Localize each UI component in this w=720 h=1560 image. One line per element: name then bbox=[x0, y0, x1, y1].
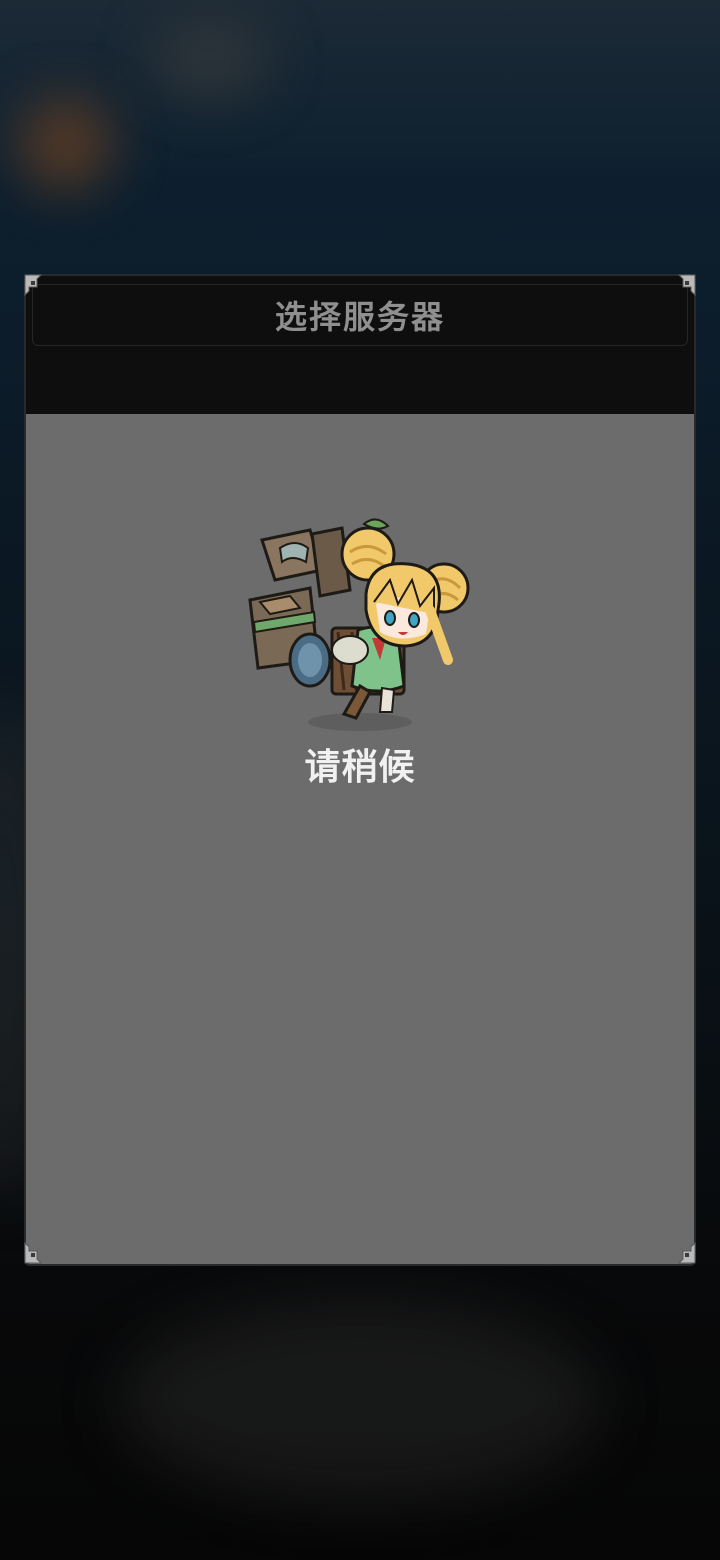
corner-ornament-icon bbox=[674, 274, 696, 296]
game-screen: 选择服务器 请稍候 bbox=[0, 0, 720, 1560]
dialog-title: 选择服务器 bbox=[274, 298, 445, 336]
loading-indicator: 请稍候 bbox=[240, 510, 480, 790]
loading-message: 请稍候 bbox=[304, 747, 416, 788]
corner-ornament-icon bbox=[24, 274, 46, 296]
background-glow bbox=[150, 20, 270, 100]
mascot-icon bbox=[248, 518, 470, 731]
corner-ornament-icon bbox=[24, 1242, 46, 1264]
background-floor bbox=[120, 1300, 600, 1500]
corner-ornament-icon bbox=[674, 1242, 696, 1264]
dialog-header: 选择服务器 bbox=[26, 276, 694, 414]
background-light bbox=[20, 100, 110, 190]
